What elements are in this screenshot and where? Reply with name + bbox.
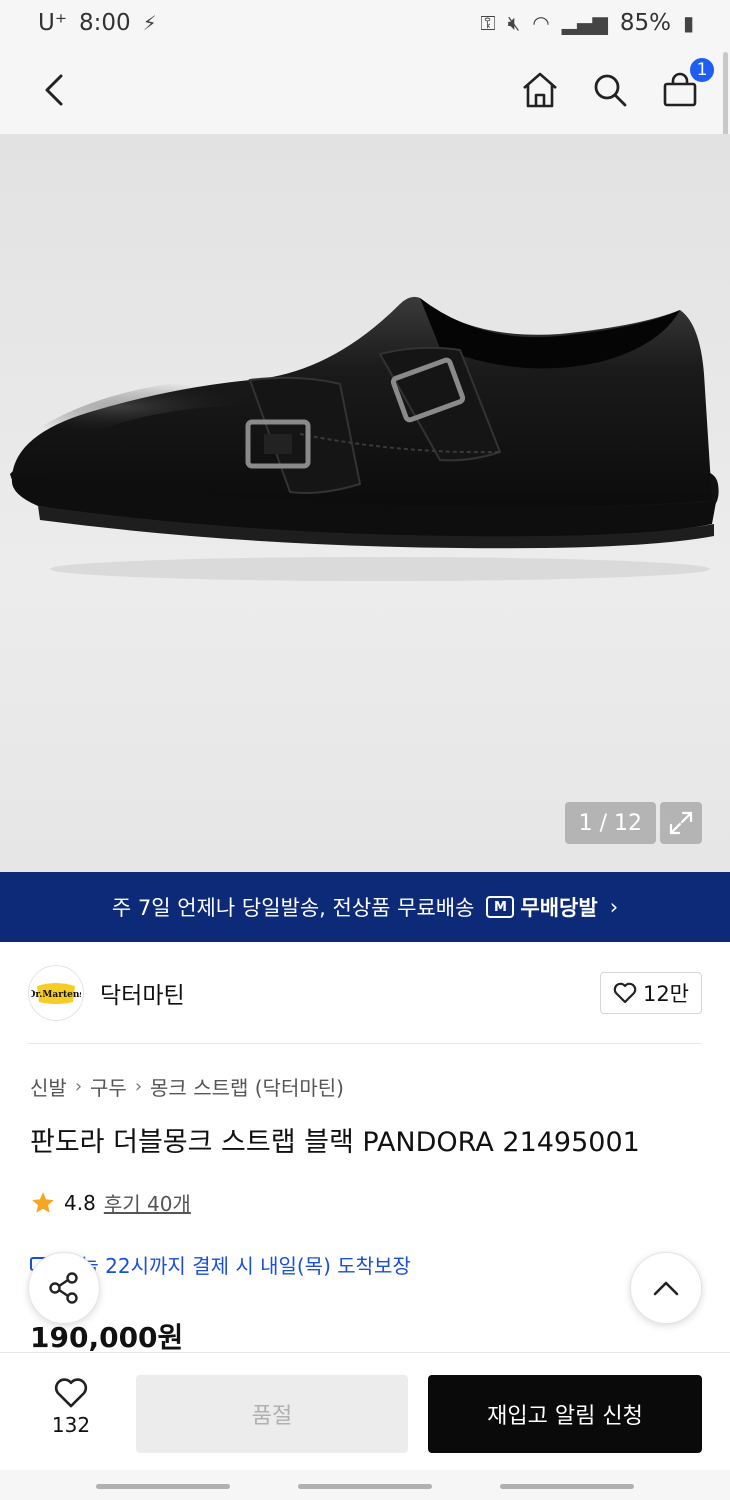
heart-icon xyxy=(613,982,637,1003)
home-button[interactable] xyxy=(518,68,562,112)
chevron-right-icon: › xyxy=(74,1076,83,1097)
chevron-right-icon: › xyxy=(609,895,619,919)
delivery-text: 오늘 22시까지 결제 시 내일(목) 도착보장 xyxy=(62,1254,411,1278)
battery-percent: 85% xyxy=(619,10,671,36)
scroll-to-top-button[interactable] xyxy=(630,1252,702,1324)
share-icon xyxy=(49,1272,78,1304)
image-counter: 1 / 12 xyxy=(564,802,656,844)
free-delivery-badge: M 무배당발 xyxy=(486,892,598,922)
expand-icon xyxy=(669,811,693,835)
brand-like-count: 12만 xyxy=(642,981,689,1006)
rating-score: 4.8 xyxy=(64,1190,96,1215)
page-scrollbar[interactable] xyxy=(722,46,730,146)
back-arrow-icon xyxy=(45,74,63,106)
chevron-up-icon xyxy=(653,1281,679,1296)
chevron-right-icon: › xyxy=(134,1076,143,1097)
share-button[interactable] xyxy=(28,1252,100,1324)
brand-link[interactable]: Dr.Martens 닥터마틴 xyxy=(28,964,185,1021)
shipping-banner-text: 주 7일 언제나 당일발송, 전상품 무료배송 xyxy=(111,896,475,920)
brand-name: 닥터마틴 xyxy=(100,982,185,1009)
status-bar: U⁺ 8:00 ⚡ ⚿ 🔇︎ ◠ ▂▄▆ 85% ▮ xyxy=(0,0,730,46)
nav-home-handle[interactable] xyxy=(298,1484,432,1489)
key-icon: ⚿ xyxy=(480,11,496,35)
reviews-link[interactable]: 후기 40개 xyxy=(104,1188,191,1217)
sold-out-button: 품절 xyxy=(136,1375,408,1453)
wishlist-button[interactable]: 132 xyxy=(36,1377,106,1437)
cart-count-badge: 1 xyxy=(688,56,716,84)
search-button[interactable] xyxy=(588,68,632,112)
system-nav-bar xyxy=(0,1470,730,1500)
carrier-label: U⁺ xyxy=(38,10,67,36)
cart-button[interactable]: 1 xyxy=(658,56,716,112)
signal-notification-icon: ⚡ xyxy=(142,11,157,35)
free-delivery-label: 무배당발 xyxy=(520,896,598,920)
nav-back-handle[interactable] xyxy=(96,1484,230,1489)
fullscreen-button[interactable] xyxy=(660,802,702,844)
product-title: 판도라 더블몽크 스트랩 블랙 PANDORA 21495001 xyxy=(30,1127,640,1158)
scrollbar-thumb[interactable] xyxy=(723,52,728,144)
brand-logo-mark: Dr.Martens xyxy=(31,982,81,1004)
delivery-truck-icon: M xyxy=(486,896,515,918)
breadcrumb: 신발 › 구두 › 몽크 스트랩 (닥터마틴) xyxy=(30,1072,344,1101)
breadcrumb-item[interactable]: 신발 xyxy=(30,1072,67,1101)
battery-icon: ▮ xyxy=(682,11,694,35)
brand-like-button[interactable]: 12만 xyxy=(599,971,702,1014)
star-icon xyxy=(32,1191,54,1213)
home-icon xyxy=(523,72,557,108)
bottom-action-bar: 132 품절 재입고 알림 신청 xyxy=(0,1352,730,1470)
shipping-banner[interactable]: 주 7일 언제나 당일발송, 전상품 무료배송 M 무배당발 › xyxy=(0,872,730,942)
top-header: 1 xyxy=(0,46,730,134)
breadcrumb-item[interactable]: 구두 xyxy=(90,1072,127,1101)
wifi-icon: ◠ xyxy=(532,11,550,35)
restock-alert-button[interactable]: 재입고 알림 신청 xyxy=(428,1375,702,1453)
wishlist-count: 132 xyxy=(51,1413,91,1437)
mute-icon: 🔇︎ xyxy=(507,11,521,35)
brand-logo: Dr.Martens xyxy=(28,964,84,1021)
status-time: 8:00 xyxy=(78,10,131,36)
back-button[interactable] xyxy=(32,68,76,112)
cell-signal-icon: ▂▄▆ xyxy=(561,11,608,35)
breadcrumb-item[interactable]: 몽크 스트랩 (닥터마틴) xyxy=(150,1072,344,1101)
search-icon xyxy=(594,74,627,107)
nav-recents-handle[interactable] xyxy=(500,1484,634,1489)
product-rating: 4.8 후기 40개 xyxy=(30,1188,191,1217)
svg-text:Dr.Martens: Dr.Martens xyxy=(31,990,81,1000)
product-shoe-image xyxy=(10,296,719,581)
brand-row: Dr.Martens 닥터마틴 12만 xyxy=(28,942,702,1044)
heart-icon xyxy=(54,1378,88,1408)
product-image-gallery[interactable]: 1 / 12 xyxy=(0,134,730,872)
